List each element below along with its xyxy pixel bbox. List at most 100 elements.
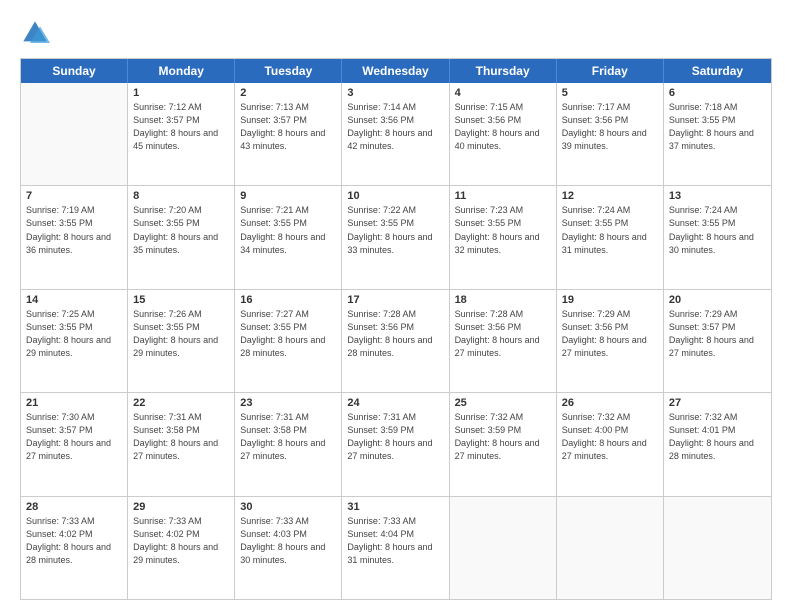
day-cell-19: 19 Sunrise: 7:29 AM Sunset: 3:56 PM Dayl…: [557, 290, 664, 392]
day-number: 22: [133, 397, 229, 409]
day-number: 2: [240, 87, 336, 99]
day-cell-31: 31 Sunrise: 7:33 AM Sunset: 4:04 PM Dayl…: [342, 497, 449, 599]
day-cell-18: 18 Sunrise: 7:28 AM Sunset: 3:56 PM Dayl…: [450, 290, 557, 392]
day-info: Sunrise: 7:33 AM Sunset: 4:02 PM Dayligh…: [26, 515, 122, 567]
day-info: Sunrise: 7:32 AM Sunset: 4:00 PM Dayligh…: [562, 411, 658, 463]
day-number: 18: [455, 294, 551, 306]
day-cell-28: 28 Sunrise: 7:33 AM Sunset: 4:02 PM Dayl…: [21, 497, 128, 599]
day-cell-10: 10 Sunrise: 7:22 AM Sunset: 3:55 PM Dayl…: [342, 186, 449, 288]
day-info: Sunrise: 7:24 AM Sunset: 3:55 PM Dayligh…: [669, 204, 766, 256]
day-cell-8: 8 Sunrise: 7:20 AM Sunset: 3:55 PM Dayli…: [128, 186, 235, 288]
logo-icon: [20, 18, 50, 48]
day-info: Sunrise: 7:33 AM Sunset: 4:03 PM Dayligh…: [240, 515, 336, 567]
day-header-tuesday: Tuesday: [235, 59, 342, 83]
day-info: Sunrise: 7:31 AM Sunset: 3:58 PM Dayligh…: [240, 411, 336, 463]
logo: [20, 18, 54, 48]
day-info: Sunrise: 7:29 AM Sunset: 3:56 PM Dayligh…: [562, 308, 658, 360]
day-info: Sunrise: 7:33 AM Sunset: 4:02 PM Dayligh…: [133, 515, 229, 567]
day-number: 27: [669, 397, 766, 409]
day-info: Sunrise: 7:14 AM Sunset: 3:56 PM Dayligh…: [347, 101, 443, 153]
day-cell-11: 11 Sunrise: 7:23 AM Sunset: 3:55 PM Dayl…: [450, 186, 557, 288]
day-number: 1: [133, 87, 229, 99]
day-header-sunday: Sunday: [21, 59, 128, 83]
day-info: Sunrise: 7:32 AM Sunset: 4:01 PM Dayligh…: [669, 411, 766, 463]
day-number: 19: [562, 294, 658, 306]
day-number: 25: [455, 397, 551, 409]
day-cell-6: 6 Sunrise: 7:18 AM Sunset: 3:55 PM Dayli…: [664, 83, 771, 185]
week-row-1: 1 Sunrise: 7:12 AM Sunset: 3:57 PM Dayli…: [21, 83, 771, 186]
day-cell-empty: [557, 497, 664, 599]
day-number: 29: [133, 501, 229, 513]
day-cell-22: 22 Sunrise: 7:31 AM Sunset: 3:58 PM Dayl…: [128, 393, 235, 495]
day-cell-empty: [664, 497, 771, 599]
day-number: 16: [240, 294, 336, 306]
day-header-monday: Monday: [128, 59, 235, 83]
week-row-3: 14 Sunrise: 7:25 AM Sunset: 3:55 PM Dayl…: [21, 290, 771, 393]
day-cell-20: 20 Sunrise: 7:29 AM Sunset: 3:57 PM Dayl…: [664, 290, 771, 392]
day-info: Sunrise: 7:32 AM Sunset: 3:59 PM Dayligh…: [455, 411, 551, 463]
day-info: Sunrise: 7:28 AM Sunset: 3:56 PM Dayligh…: [347, 308, 443, 360]
day-info: Sunrise: 7:30 AM Sunset: 3:57 PM Dayligh…: [26, 411, 122, 463]
day-cell-2: 2 Sunrise: 7:13 AM Sunset: 3:57 PM Dayli…: [235, 83, 342, 185]
day-info: Sunrise: 7:21 AM Sunset: 3:55 PM Dayligh…: [240, 204, 336, 256]
day-cell-14: 14 Sunrise: 7:25 AM Sunset: 3:55 PM Dayl…: [21, 290, 128, 392]
day-info: Sunrise: 7:29 AM Sunset: 3:57 PM Dayligh…: [669, 308, 766, 360]
week-row-5: 28 Sunrise: 7:33 AM Sunset: 4:02 PM Dayl…: [21, 497, 771, 599]
day-cell-23: 23 Sunrise: 7:31 AM Sunset: 3:58 PM Dayl…: [235, 393, 342, 495]
day-cell-21: 21 Sunrise: 7:30 AM Sunset: 3:57 PM Dayl…: [21, 393, 128, 495]
day-cell-5: 5 Sunrise: 7:17 AM Sunset: 3:56 PM Dayli…: [557, 83, 664, 185]
day-number: 17: [347, 294, 443, 306]
day-info: Sunrise: 7:19 AM Sunset: 3:55 PM Dayligh…: [26, 204, 122, 256]
day-number: 20: [669, 294, 766, 306]
day-number: 5: [562, 87, 658, 99]
week-row-4: 21 Sunrise: 7:30 AM Sunset: 3:57 PM Dayl…: [21, 393, 771, 496]
day-cell-26: 26 Sunrise: 7:32 AM Sunset: 4:00 PM Dayl…: [557, 393, 664, 495]
day-number: 14: [26, 294, 122, 306]
day-number: 13: [669, 190, 766, 202]
day-cell-17: 17 Sunrise: 7:28 AM Sunset: 3:56 PM Dayl…: [342, 290, 449, 392]
day-info: Sunrise: 7:31 AM Sunset: 3:58 PM Dayligh…: [133, 411, 229, 463]
day-info: Sunrise: 7:20 AM Sunset: 3:55 PM Dayligh…: [133, 204, 229, 256]
calendar-header: SundayMondayTuesdayWednesdayThursdayFrid…: [21, 59, 771, 83]
day-cell-13: 13 Sunrise: 7:24 AM Sunset: 3:55 PM Dayl…: [664, 186, 771, 288]
day-header-friday: Friday: [557, 59, 664, 83]
day-info: Sunrise: 7:18 AM Sunset: 3:55 PM Dayligh…: [669, 101, 766, 153]
day-number: 15: [133, 294, 229, 306]
day-cell-12: 12 Sunrise: 7:24 AM Sunset: 3:55 PM Dayl…: [557, 186, 664, 288]
day-cell-30: 30 Sunrise: 7:33 AM Sunset: 4:03 PM Dayl…: [235, 497, 342, 599]
day-number: 3: [347, 87, 443, 99]
day-number: 28: [26, 501, 122, 513]
day-number: 30: [240, 501, 336, 513]
calendar: SundayMondayTuesdayWednesdayThursdayFrid…: [20, 58, 772, 600]
day-cell-15: 15 Sunrise: 7:26 AM Sunset: 3:55 PM Dayl…: [128, 290, 235, 392]
day-info: Sunrise: 7:28 AM Sunset: 3:56 PM Dayligh…: [455, 308, 551, 360]
day-header-saturday: Saturday: [664, 59, 771, 83]
day-cell-7: 7 Sunrise: 7:19 AM Sunset: 3:55 PM Dayli…: [21, 186, 128, 288]
day-info: Sunrise: 7:22 AM Sunset: 3:55 PM Dayligh…: [347, 204, 443, 256]
day-cell-25: 25 Sunrise: 7:32 AM Sunset: 3:59 PM Dayl…: [450, 393, 557, 495]
day-number: 10: [347, 190, 443, 202]
day-info: Sunrise: 7:12 AM Sunset: 3:57 PM Dayligh…: [133, 101, 229, 153]
day-cell-empty: [450, 497, 557, 599]
day-number: 24: [347, 397, 443, 409]
day-cell-4: 4 Sunrise: 7:15 AM Sunset: 3:56 PM Dayli…: [450, 83, 557, 185]
day-info: Sunrise: 7:17 AM Sunset: 3:56 PM Dayligh…: [562, 101, 658, 153]
day-number: 7: [26, 190, 122, 202]
day-number: 12: [562, 190, 658, 202]
day-info: Sunrise: 7:33 AM Sunset: 4:04 PM Dayligh…: [347, 515, 443, 567]
day-cell-27: 27 Sunrise: 7:32 AM Sunset: 4:01 PM Dayl…: [664, 393, 771, 495]
day-number: 4: [455, 87, 551, 99]
week-row-2: 7 Sunrise: 7:19 AM Sunset: 3:55 PM Dayli…: [21, 186, 771, 289]
day-number: 21: [26, 397, 122, 409]
day-cell-16: 16 Sunrise: 7:27 AM Sunset: 3:55 PM Dayl…: [235, 290, 342, 392]
day-number: 9: [240, 190, 336, 202]
day-cell-29: 29 Sunrise: 7:33 AM Sunset: 4:02 PM Dayl…: [128, 497, 235, 599]
day-info: Sunrise: 7:24 AM Sunset: 3:55 PM Dayligh…: [562, 204, 658, 256]
day-number: 11: [455, 190, 551, 202]
day-info: Sunrise: 7:15 AM Sunset: 3:56 PM Dayligh…: [455, 101, 551, 153]
day-header-thursday: Thursday: [450, 59, 557, 83]
day-number: 31: [347, 501, 443, 513]
day-cell-24: 24 Sunrise: 7:31 AM Sunset: 3:59 PM Dayl…: [342, 393, 449, 495]
header: [20, 18, 772, 48]
day-number: 8: [133, 190, 229, 202]
